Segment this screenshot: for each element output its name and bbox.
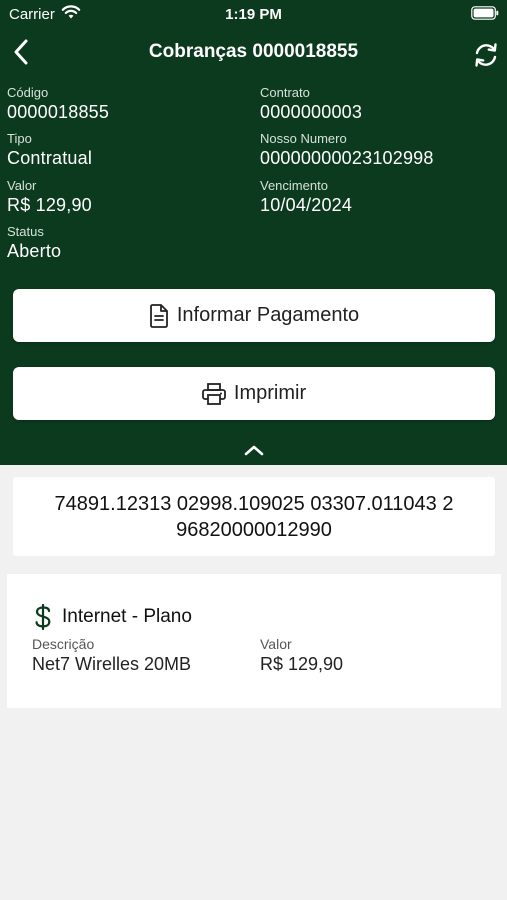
field-value: Contratual: [7, 148, 93, 168]
printer-icon: [201, 382, 226, 405]
field-codigo: Código 0000018855: [7, 85, 109, 123]
field-label: Contrato: [260, 85, 310, 100]
charge-item-card: Internet - Plano Descrição Net7 Wirelles…: [7, 574, 501, 708]
collapse-button[interactable]: [240, 439, 268, 461]
header-panel: Carrier 1:19 PM Cobranças 0000018855 Cód…: [0, 0, 507, 465]
refresh-icon: [475, 43, 497, 67]
field-value: 10/04/2024: [260, 195, 353, 215]
field-vencimento: Vencimento 10/04/2024: [260, 178, 352, 216]
field-value: 00000000023102998: [260, 148, 434, 168]
battery-icon: [471, 6, 499, 20]
item-field-value: R$ 129,90: [260, 654, 344, 674]
item-field-value: Net7 Wirelles 20MB: [32, 654, 192, 674]
informar-pagamento-button[interactable]: Informar Pagamento: [13, 289, 495, 342]
field-contrato: Contrato 0000000003: [260, 85, 362, 123]
field-label: Código: [7, 85, 49, 100]
field-value: R$ 129,90: [7, 195, 92, 215]
imprimir-button[interactable]: Imprimir: [13, 367, 495, 420]
field-label: Nosso Numero: [260, 131, 347, 146]
field-value: 0000018855: [7, 102, 110, 122]
refresh-button[interactable]: [470, 39, 502, 71]
dollar-icon: [35, 604, 51, 630]
item-field-label: Valor: [260, 636, 292, 652]
field-label: Valor: [7, 178, 37, 193]
field-status: Status Aberto: [7, 224, 61, 262]
barcode-line-2: 96820000012990: [176, 518, 332, 541]
clock: 1:19 PM: [225, 6, 282, 23]
field-label: Tipo: [7, 131, 32, 146]
informar-pagamento-label: Informar Pagamento: [176, 304, 360, 326]
item-title: Internet - Plano: [62, 606, 192, 627]
field-tipo: Tipo Contratual: [7, 131, 92, 169]
field-value: Aberto: [7, 241, 62, 261]
field-label: Vencimento: [260, 178, 328, 193]
field-nosso-numero: Nosso Numero 00000000023102998: [260, 131, 434, 169]
document-icon: [149, 303, 168, 328]
field-value: 0000000003: [260, 102, 363, 122]
chevron-up-icon: [244, 445, 264, 456]
item-valor: Valor R$ 129,90: [260, 635, 343, 675]
field-valor: Valor R$ 129,90: [7, 178, 92, 216]
barcode-line-card[interactable]: 74891.12313 02998.109025 03307.011043 2 …: [13, 477, 495, 556]
imprimir-label: Imprimir: [233, 382, 307, 404]
item-field-label: Descrição: [32, 636, 95, 652]
status-bar: Carrier 1:19 PM: [0, 0, 507, 28]
page-title: Cobranças 0000018855: [148, 41, 359, 62]
barcode-text: 74891.12313 02998.109025 03307.011043 2 …: [55, 491, 454, 543]
barcode-line-1: 74891.12313 02998.109025 03307.011043 2: [54, 492, 454, 515]
field-label: Status: [7, 224, 44, 239]
item-descricao: Descrição Net7 Wirelles 20MB: [32, 635, 191, 675]
